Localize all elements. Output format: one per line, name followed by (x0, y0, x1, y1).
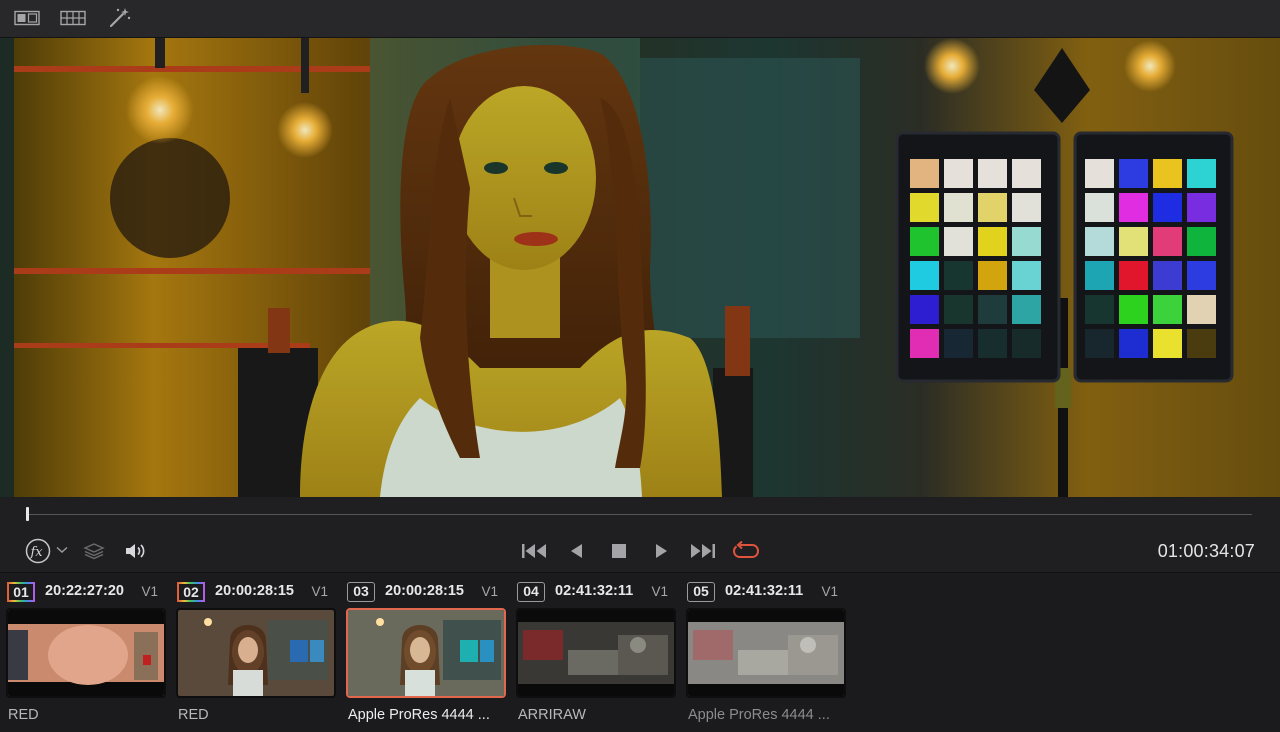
speaker-icon (126, 544, 145, 558)
skip-to-end-icon (691, 544, 715, 558)
play-icon (656, 544, 667, 558)
svg-text:fx: fx (30, 545, 44, 560)
single-viewer-button[interactable] (13, 6, 41, 30)
fx-button[interactable]: fx (24, 538, 52, 564)
chevron-down-icon (56, 546, 68, 554)
clip-number: 04 (517, 582, 545, 602)
layers-button[interactable] (82, 540, 106, 562)
clip-track: V1 (141, 584, 158, 599)
playhead[interactable] (26, 507, 29, 521)
clip-01[interactable]: 01 20:22:27:20 V1 RED (0, 573, 166, 732)
clip-timecode: 20:00:28:15 (385, 583, 464, 599)
clip-track: V1 (481, 584, 498, 599)
clip-thumbnail[interactable] (6, 608, 166, 698)
stop-button[interactable] (608, 540, 630, 562)
timeline-scrubber[interactable] (0, 498, 1280, 530)
skip-to-start-icon (522, 544, 546, 558)
fx-icon: fx (25, 538, 51, 564)
clip-track: V1 (821, 584, 838, 599)
clip-timecode: 20:00:28:15 (215, 583, 294, 599)
clip-timecode: 02:41:32:11 (725, 583, 804, 599)
clip-thumbnail-strip: 01 20:22:27:20 V1 RED 02 20:00:28:15 V1 (0, 573, 1280, 732)
clip-codec-label: Apple ProRes 4444 ... (688, 707, 830, 723)
clip-thumbnail-image (8, 610, 164, 696)
skip-to-end-button[interactable] (689, 540, 717, 562)
clip-timecode: 02:41:32:11 (555, 583, 634, 599)
loop-icon (732, 541, 760, 558)
clip-timecode: 20:22:27:20 (45, 583, 124, 599)
magic-wand-icon (109, 8, 131, 28)
loop-button[interactable] (731, 539, 761, 563)
fx-dropdown[interactable] (55, 543, 69, 557)
clip-thumbnail-selected[interactable] (346, 608, 506, 698)
clip-grid-button[interactable] (59, 6, 87, 30)
clip-thumbnail-image (178, 610, 334, 696)
clip-number: 01 (7, 582, 35, 602)
clip-thumbnail[interactable] (516, 608, 676, 698)
clip-track: V1 (651, 584, 668, 599)
clip-04[interactable]: 04 02:41:32:11 V1 ARRIRAW (510, 573, 676, 732)
step-back-button[interactable] (566, 540, 588, 562)
stop-icon (612, 544, 626, 558)
video-frame (0, 38, 1280, 497)
clip-number: 03 (347, 582, 375, 602)
clip-thumbnail-image (348, 610, 504, 696)
step-back-icon (571, 544, 582, 558)
clip-thumbnail-image (688, 610, 844, 696)
clip-codec-label: ARRIRAW (518, 707, 586, 723)
transport-controls: fx 01:00:34:07 (0, 530, 1280, 573)
audio-button[interactable] (122, 540, 148, 562)
clip-03[interactable]: 03 20:00:28:15 V1 Apple ProRes 4444 ... (340, 573, 506, 732)
skip-to-start-button[interactable] (520, 540, 548, 562)
clip-thumbnail-image (518, 610, 674, 696)
clip-number: 05 (687, 582, 715, 602)
clip-thumbnail[interactable] (686, 608, 846, 698)
clip-05[interactable]: 05 02:41:32:11 V1 Apple ProRes 4444 ... (680, 573, 846, 732)
single-viewer-icon (14, 10, 40, 26)
video-viewer[interactable] (0, 38, 1280, 497)
play-button[interactable] (650, 540, 672, 562)
viewer-toolbar (0, 0, 1280, 38)
magic-wand-button[interactable] (106, 6, 134, 30)
scrub-track[interactable] (26, 514, 1252, 515)
clip-codec-label: RED (178, 707, 209, 723)
clip-02[interactable]: 02 20:00:28:15 V1 RED (170, 573, 336, 732)
clip-track: V1 (311, 584, 328, 599)
clip-grid-icon (60, 10, 86, 26)
clip-thumbnail[interactable] (176, 608, 336, 698)
clip-number: 02 (177, 582, 205, 602)
timecode-display: 01:00:34:07 (1157, 541, 1255, 561)
clip-codec-label: RED (8, 707, 39, 723)
clip-codec-label: Apple ProRes 4444 ... (348, 707, 490, 723)
layers-icon (83, 543, 105, 560)
